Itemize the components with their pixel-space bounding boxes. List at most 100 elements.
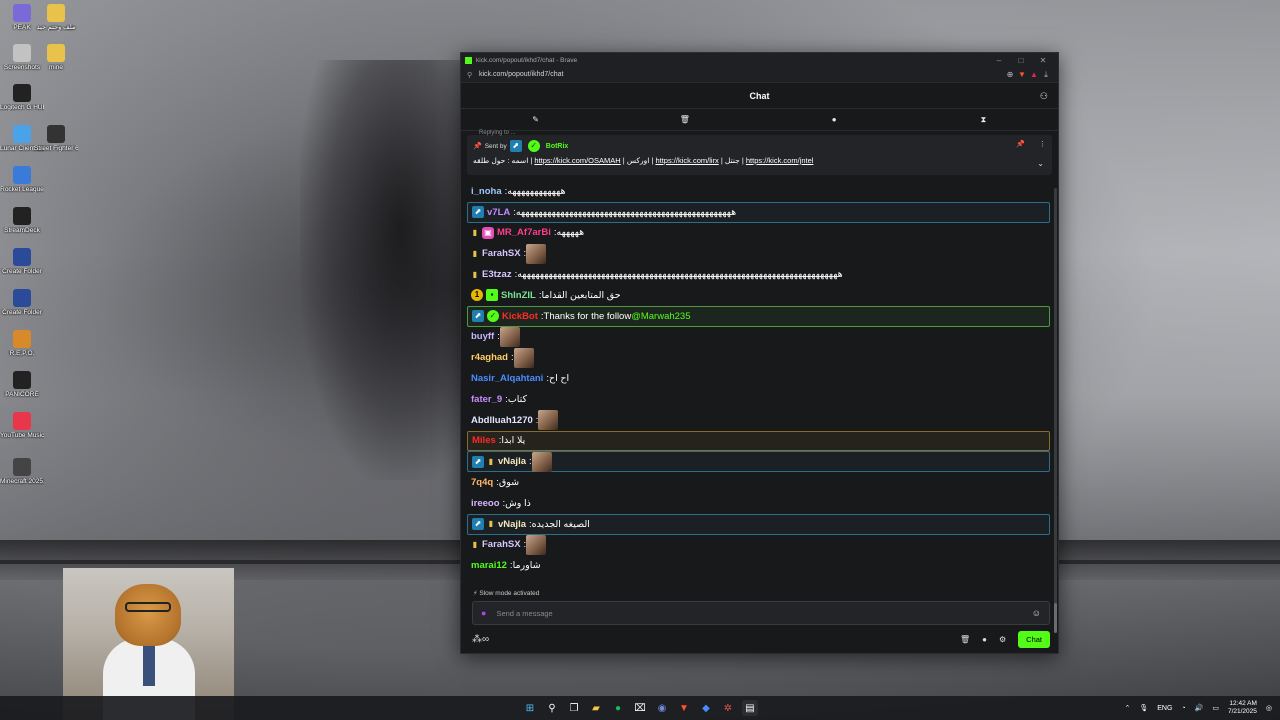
chat-message[interactable]: ⬈ ▮ vNajla: الصيغه الجديده: [467, 513, 1050, 535]
close-button[interactable]: ✕: [1032, 56, 1054, 65]
message-input[interactable]: [496, 608, 1032, 618]
desktop-icon[interactable]: Street Fighter 6: [34, 125, 78, 152]
tray-chevron-up-icon[interactable]: ⌃: [1124, 704, 1130, 712]
chat-message[interactable]: ⬈ ▮ vNajla:: [467, 451, 1050, 473]
hourglass-icon[interactable]: ⧗: [909, 109, 1058, 130]
chat-message[interactable]: Abdlluah1270:: [467, 410, 1050, 431]
chat-username[interactable]: vNajla: [498, 519, 526, 530]
settings-app-icon[interactable]: ✲: [720, 700, 736, 716]
download-icon[interactable]: ⤓: [1040, 70, 1052, 80]
gear-icon[interactable]: ⚙: [999, 635, 1006, 644]
more-options-icon[interactable]: ⋮: [1039, 140, 1046, 148]
active-window-icon[interactable]: ▤: [742, 700, 758, 716]
send-chat-button[interactable]: Chat: [1018, 630, 1050, 648]
chat-message[interactable]: ⬈ v7LA: ههههههههههههههههههههههههههههههههه…: [467, 201, 1050, 223]
chat-username[interactable]: 7q4q: [471, 477, 493, 488]
wifi-icon[interactable]: ◔: [1181, 705, 1185, 712]
chat-username[interactable]: marai12: [471, 560, 507, 571]
emote-image[interactable]: [526, 243, 547, 264]
desktop-icon[interactable]: PANICORE: [0, 371, 44, 398]
emote-image[interactable]: [526, 534, 547, 555]
chat-message[interactable]: 1 ▪ ShInZIL: حق المتابعين القداما: [467, 285, 1050, 306]
chat-message[interactable]: buyff:: [467, 326, 1050, 348]
chat-username[interactable]: Miles: [472, 435, 496, 446]
search-icon[interactable]: ⚲: [544, 700, 560, 716]
chat-username[interactable]: Abdlluah1270: [471, 415, 533, 426]
desktop-icon[interactable]: Create Folder: [0, 289, 44, 316]
brave-rewards-icon[interactable]: ▲: [1028, 70, 1040, 79]
chat-username[interactable]: v7LA: [487, 207, 510, 218]
chat-message[interactable]: ▮ ▣ MR_Af7arBi: هههههه: [467, 223, 1050, 244]
chat-username[interactable]: buyff: [471, 331, 494, 342]
chat-username[interactable]: ShInZIL: [501, 290, 536, 301]
address-bar[interactable]: ⚲ kick.com/popout/ikhd7/chat ⊕ ▼ ▲ ⤓: [461, 67, 1058, 83]
desktop-icon[interactable]: Create Folder: [0, 248, 44, 275]
emote-image[interactable]: [513, 347, 534, 368]
emote-image[interactable]: [538, 410, 559, 431]
pinned-bot-name[interactable]: BotRix: [546, 143, 569, 150]
battery-icon[interactable]: ▭: [1212, 704, 1219, 712]
pinned-link-2[interactable]: https://kick.com/lirx: [655, 156, 718, 165]
chat-username[interactable]: fater_9: [471, 394, 502, 405]
brave-shields-icon[interactable]: ▼: [1016, 70, 1028, 79]
brave-icon[interactable]: ▼: [676, 700, 692, 716]
pin-icon[interactable]: ✎: [461, 109, 610, 130]
unpin-icon[interactable]: 📌: [1016, 140, 1025, 148]
desktop-icon[interactable]: Logitech G HUB: [0, 84, 44, 111]
capcut-icon[interactable]: ⌧: [632, 700, 648, 716]
language-indicator[interactable]: ENG: [1157, 705, 1172, 712]
chat-message[interactable]: ▮ FarahSX:: [467, 534, 1050, 556]
desktop-icon[interactable]: Rocket League: [0, 166, 44, 193]
chat-mention[interactable]: @Marwah235: [631, 311, 690, 322]
desktop-icon[interactable]: mine: [34, 44, 78, 71]
emote-image[interactable]: [531, 451, 552, 472]
discord-icon[interactable]: ◉: [654, 700, 670, 716]
microphone-icon[interactable]: ●: [481, 608, 486, 618]
chat-username[interactable]: KickBot: [502, 311, 538, 322]
maximize-button[interactable]: □: [1010, 56, 1032, 65]
trash-bottom-icon[interactable]: 🗑: [960, 635, 970, 644]
emote-image[interactable]: [499, 326, 520, 347]
window-titlebar[interactable]: kick.com/popout/ikhd7/chat - Brave – □ ✕: [461, 53, 1058, 67]
file-explorer-icon[interactable]: ▰: [588, 700, 604, 716]
chat-settings-bubble-icon[interactable]: ●: [982, 635, 987, 644]
chat-scrollbar-thumb[interactable]: [1054, 603, 1057, 633]
pinned-link-1[interactable]: https://kick.com/OSAMAH: [534, 156, 620, 165]
chat-scrollbar-track[interactable]: [1054, 188, 1057, 628]
trash-icon[interactable]: 🗑: [610, 109, 759, 130]
chat-message[interactable]: 7q4q: شوق: [467, 472, 1050, 493]
desktop-icon[interactable]: StreamDeck: [0, 207, 44, 234]
chat-message[interactable]: ⬈ ✓ KickBot: Thanks for the follow @Marwah…: [467, 305, 1050, 327]
chat-message[interactable]: ▮ E3tzaz: ههههههههههههههههههههههههههههههه…: [467, 264, 1050, 285]
zoom-icon[interactable]: ⊕: [1004, 70, 1016, 79]
users-icon[interactable]: ⚇: [1040, 91, 1048, 102]
chat-bubble-icon[interactable]: ●: [760, 109, 909, 130]
volume-icon[interactable]: 🔊: [1195, 704, 1204, 712]
chat-message[interactable]: Nasir_Alqahtani: اح اح: [467, 368, 1050, 389]
chat-message[interactable]: ▮ FarahSX:: [467, 243, 1050, 264]
chat-message[interactable]: fater_9: كتاب: [467, 389, 1050, 410]
chat-username[interactable]: FarahSX: [482, 248, 521, 259]
windows-start-icon[interactable]: ⊞: [522, 700, 538, 716]
points-infinity-icon[interactable]: ⁂∞: [472, 634, 948, 645]
chat-message[interactable]: r4aghad:: [467, 347, 1050, 368]
url-text[interactable]: kick.com/popout/ikhd7/chat: [479, 71, 1004, 78]
chat-username[interactable]: r4aghad: [471, 352, 508, 363]
chat-username[interactable]: FarahSX: [482, 539, 521, 550]
chat-message[interactable]: marai12: شاورما: [467, 555, 1050, 576]
desktop-icon[interactable]: ملف وحتم جيد: [34, 4, 78, 31]
chat-username[interactable]: vNajla: [498, 456, 526, 467]
clock[interactable]: 12:42 AM 7/21/2025: [1228, 700, 1257, 716]
chat-username[interactable]: MR_Af7arBi: [497, 227, 551, 238]
chat-message[interactable]: i_noha: ههههههههههههه: [467, 181, 1050, 202]
chat-username[interactable]: E3tzaz: [482, 269, 512, 280]
spotify-icon[interactable]: ●: [610, 700, 626, 716]
desktop-icon[interactable]: YouTube Music Des...: [0, 412, 44, 439]
pinned-link-3[interactable]: https://kick.com/jntel: [746, 156, 814, 165]
chat-username[interactable]: Nasir_Alqahtani: [471, 373, 543, 384]
chat-username[interactable]: i_noha: [471, 186, 502, 197]
task-view-icon[interactable]: ❐: [566, 700, 582, 716]
desktop-icon[interactable]: R.E.P.O.: [0, 330, 44, 357]
chat-username[interactable]: ireeoo: [471, 498, 500, 509]
microphone-tray-icon[interactable]: 🎙: [1139, 704, 1148, 712]
